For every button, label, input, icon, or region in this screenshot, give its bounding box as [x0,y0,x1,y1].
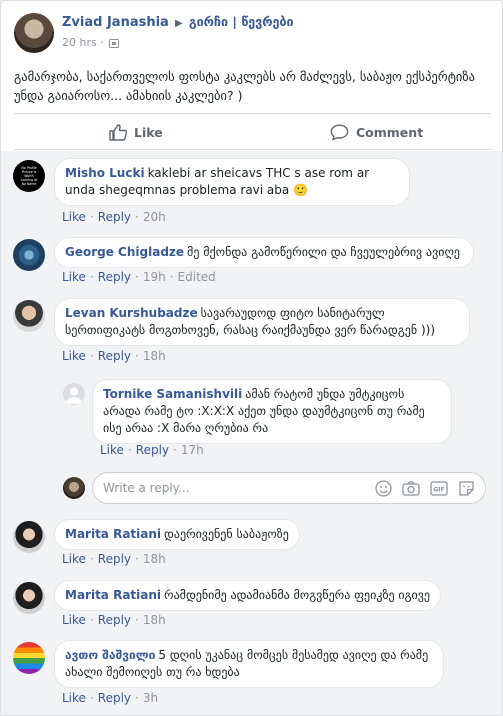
author-name[interactable]: Zviad Janashia [62,15,169,30]
commenter-avatar[interactable]: No Profile Picture Is Worth Looking At N… [13,160,45,192]
default-user-icon [66,387,82,404]
author-avatar[interactable] [14,13,54,53]
comment-reply-link[interactable]: Reply [98,613,131,627]
comment-author[interactable]: Marita Ratiani [65,527,161,541]
comment-actions: Like · Reply · 19h · Edited [62,270,216,284]
gif-icon[interactable]: GIF [430,480,448,497]
comment-button[interactable]: Comment [330,114,423,150]
comment-text: მე მქონდა გამოწერილი და ჩვეულებრივ ავიღე [187,245,461,259]
comments-section: No Profile Picture Is Worth Looking At N… [1,151,502,715]
comment-like-link[interactable]: Like [62,270,86,284]
comment-author[interactable]: Misho Lucki [65,166,145,180]
commenter-avatar[interactable] [13,239,45,271]
comment-actions: Like · Reply · 20h [62,210,166,224]
comment-reply-link[interactable]: Reply [98,691,131,705]
comment-bubble: Marita Ratiani დაერივენენ საბაჟოზე [54,519,300,550]
comment-author[interactable]: George Chigladze [65,245,184,259]
reply-like-link[interactable]: Like [100,443,124,457]
svg-text:GIF: GIF [433,486,444,493]
comment-text: რამდენიმე ადამიანმა მოგვწერა ფეიკზე იგივ… [164,588,431,602]
thumbs-up-icon [109,123,127,141]
group-privacy-icon[interactable] [109,38,120,48]
post-meta: 20 hrs · [62,36,120,49]
reply-tools: GIF [375,480,475,497]
comment-label: Comment [356,124,424,140]
comment-author[interactable]: ავთო შაშვილი [65,648,155,662]
post-time[interactable]: 20 hrs [62,36,97,49]
camera-icon[interactable] [402,480,420,497]
comment-bubble: Levan Kurshubadze სავარაუდოდ ფიტო სანიტარ… [54,298,470,346]
comment-reply-link[interactable]: Reply [98,552,131,566]
triangle-right-icon: ▶ [174,18,183,29]
avatar-caption: No Profile Picture Is Worth Looking At N… [20,166,38,186]
comment-bubble: Misho Lucki kaklebi ar sheicavs THC s ase… [54,158,410,206]
reply-actions: Like · Reply · 17h [100,443,204,457]
comment-time[interactable]: 19h [143,270,166,284]
edited-label[interactable]: Edited [178,270,216,284]
comment-actions: Like · Reply · 18h [62,349,166,363]
reply-composer: Write a reply... GIF [63,472,486,506]
comment-actions: Like · Reply · 18h [62,552,166,566]
reply-author[interactable]: Tornike Samanishvili [103,387,242,401]
comment-bubble: Marita Ratiani რამდენიმე ადამიანმა მოგვწე… [54,580,442,611]
commenter-avatar[interactable] [13,300,45,332]
comment-bubble: George Chigladze მე მქონდა გამოწერილი და … [54,237,474,268]
comment-like-link[interactable]: Like [62,691,86,705]
comment-like-link[interactable]: Like [62,613,86,627]
comment-bubble: ავთო შაშვილი 5 დღის უკანაც მომცეს მესამედ… [54,640,444,688]
emoji-icon[interactable] [375,480,392,497]
reply-placeholder: Write a reply... [103,481,190,495]
reply-time[interactable]: 17h [181,443,204,457]
commenter-avatar[interactable] [13,642,45,674]
comment-time[interactable]: 18h [143,349,166,363]
author-line: Zviad Janashia ▶ გირჩი | წევრები [62,14,294,30]
comment-time[interactable]: 18h [143,552,166,566]
comment-time[interactable]: 18h [143,613,166,627]
composer-avatar [63,477,85,499]
comment-like-link[interactable]: Like [62,349,86,363]
post-text: გამარჯობა, საქართველოს ფოსტა კაკლებს არ … [14,69,475,103]
post-card: Zviad Janashia ▶ გირჩი | წევრები 20 hrs … [0,0,503,716]
comment-like-link[interactable]: Like [62,552,86,566]
comment-icon [330,124,349,140]
comment-actions: Like · Reply · 18h [62,613,166,627]
reply-bubble: Tornike Samanishvili ამან რატომ უნდა უმტკ… [92,379,452,444]
comment-text: დაერივენენ საბაჟოზე [164,527,289,541]
like-button[interactable]: Like [109,114,163,150]
reply-input[interactable]: Write a reply... GIF [92,472,486,504]
replier-avatar[interactable] [63,383,85,405]
reply-reply-link[interactable]: Reply [136,443,169,457]
comment-reply-link[interactable]: Reply [98,210,131,224]
comment-like-link[interactable]: Like [62,210,86,224]
comment-author[interactable]: Marita Ratiani [65,588,161,602]
smile-emoji-icon: 🙂 [293,183,309,197]
sticker-icon[interactable] [458,480,475,497]
comment-reply-link[interactable]: Reply [98,270,131,284]
group-name[interactable]: გირჩი | წევრები [189,14,294,29]
commenter-avatar[interactable] [13,521,45,553]
like-label: Like [134,124,163,140]
comment-actions: Like · Reply · 3h [62,691,159,705]
post-actions: Like Comment [14,113,491,150]
comment-author[interactable]: Levan Kurshubadze [65,306,198,320]
comment-time[interactable]: 3h [143,691,158,705]
comment-reply-link[interactable]: Reply [98,349,131,363]
comment-time[interactable]: 20h [143,210,166,224]
commenter-avatar[interactable] [13,582,45,614]
